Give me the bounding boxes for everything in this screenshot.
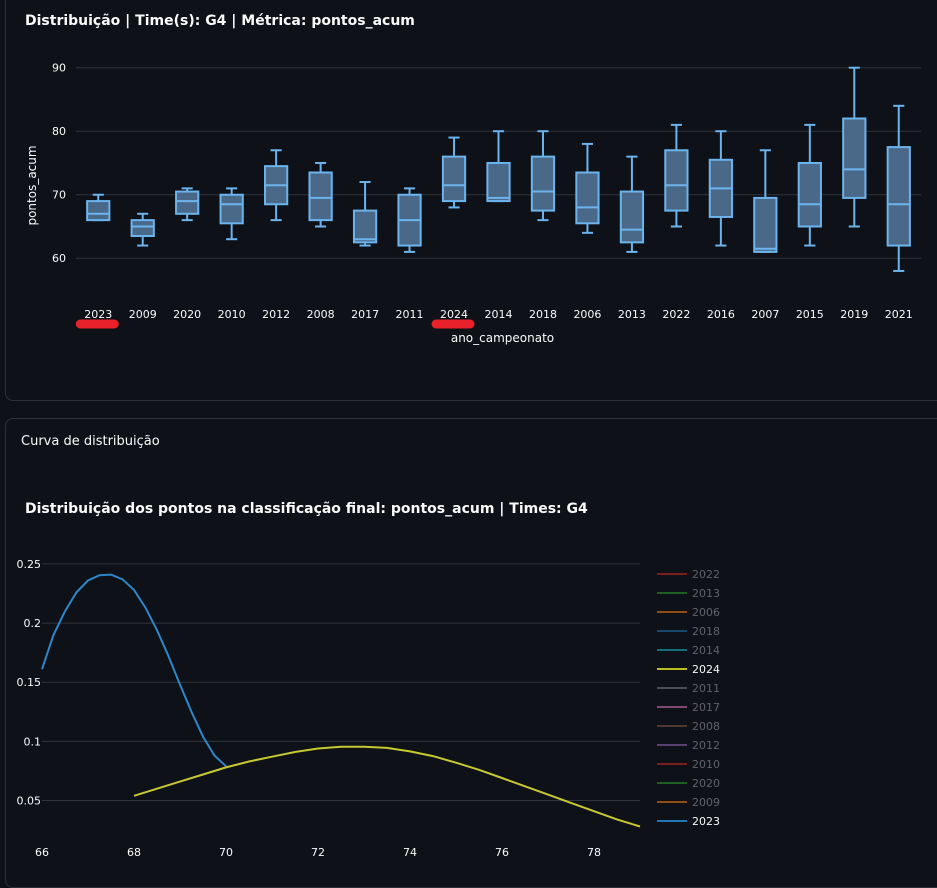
y-tick-label: 0.05	[17, 795, 42, 808]
legend-label: 2024	[692, 663, 720, 676]
curve-2023	[41, 573, 227, 767]
x-tick-label: 66	[35, 846, 49, 859]
legend-item-2018[interactable]: 2018	[657, 625, 720, 638]
legend-item-2009[interactable]: 2009	[657, 796, 720, 809]
legend-item-2020[interactable]: 2020	[657, 777, 720, 790]
x-tick-label: 78	[587, 846, 601, 859]
x-tick-label: 76	[495, 846, 509, 859]
legend-label: 2018	[692, 625, 720, 638]
legend-label: 2009	[692, 796, 720, 809]
legend-item-2008[interactable]: 2008	[657, 720, 720, 733]
legend-item-2014[interactable]: 2014	[657, 644, 720, 657]
legend-label: 2023	[692, 815, 720, 828]
legend-item-2011[interactable]: 2011	[657, 682, 720, 695]
legend-item-2017[interactable]: 2017	[657, 701, 720, 714]
legend-label: 2006	[692, 606, 720, 619]
legend-item-2012[interactable]: 2012	[657, 739, 720, 752]
x-tick-label: 72	[311, 846, 325, 859]
distribution-chart[interactable]: 0.05 0.1 0.15 0.2 0.25 66 68 70 72 74 76 78 2022 2013…	[0, 0, 937, 877]
legend-label: 2017	[692, 701, 720, 714]
legend-label: 2022	[692, 568, 720, 581]
y-tick-label: 0.2	[24, 617, 42, 630]
legend-label: 2010	[692, 758, 720, 771]
legend-label: 2008	[692, 720, 720, 733]
legend-item-2023[interactable]: 2023	[657, 815, 720, 828]
legend-item-2010[interactable]: 2010	[657, 758, 720, 771]
x-tick-label: 74	[403, 846, 417, 859]
legend-item-2013[interactable]: 2013	[657, 587, 720, 600]
x-tick-label: 70	[219, 846, 233, 859]
y-tick-label: 0.15	[17, 676, 42, 689]
x-tick-label: 68	[127, 846, 141, 859]
legend-label: 2020	[692, 777, 720, 790]
curve-2024	[133, 745, 641, 828]
legend-item-2024[interactable]: 2024	[657, 663, 720, 676]
legend-label: 2014	[692, 644, 720, 657]
legend-item-2006[interactable]: 2006	[657, 606, 720, 619]
legend-label: 2013	[692, 587, 720, 600]
legend-label: 2011	[692, 682, 720, 695]
y-tick-label: 0.1	[24, 735, 42, 748]
y-tick-label: 0.25	[17, 558, 42, 571]
legend-label: 2012	[692, 739, 720, 752]
legend-item-2022[interactable]: 2022	[657, 568, 720, 581]
